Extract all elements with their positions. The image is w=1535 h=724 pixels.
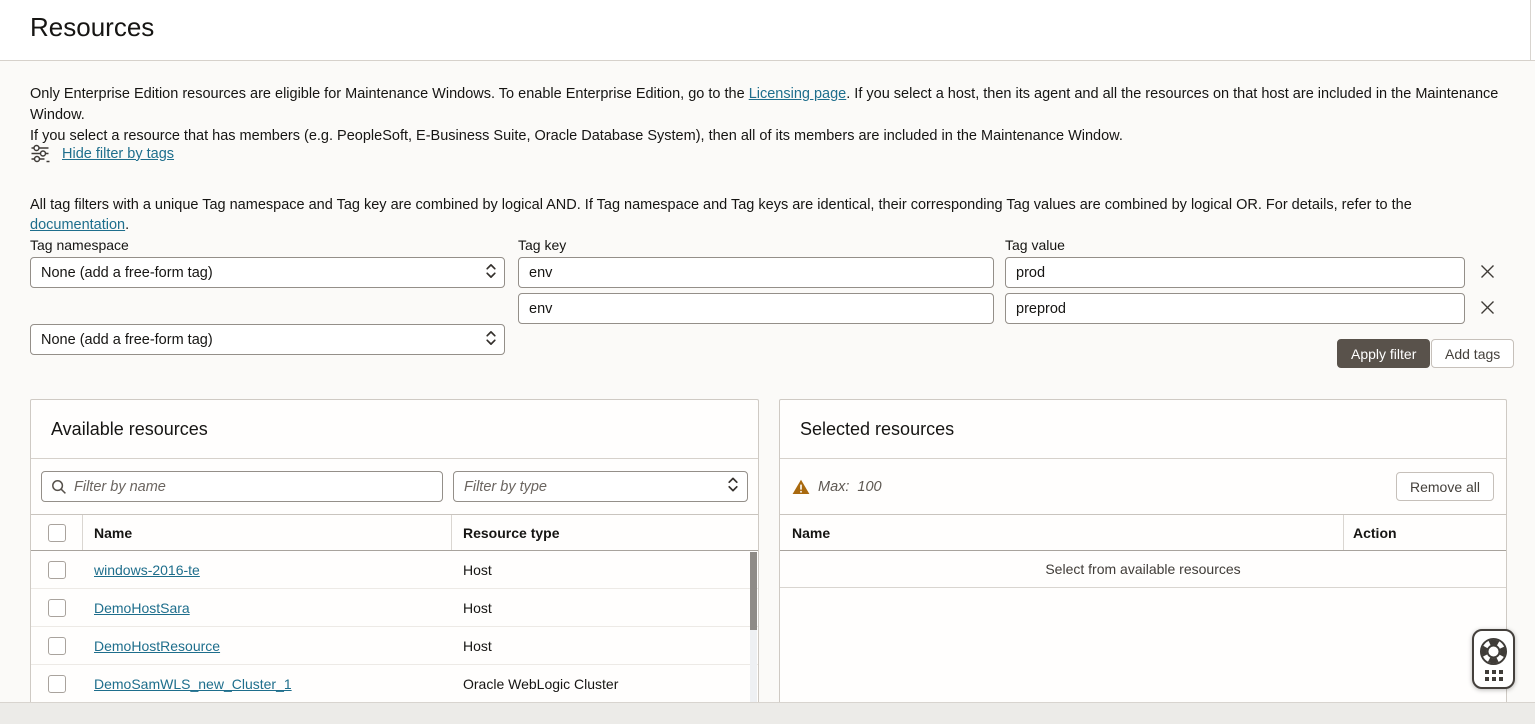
resource-name-link[interactable]: DemoHostResource bbox=[94, 638, 220, 654]
available-table-header: Name Resource type bbox=[31, 514, 758, 551]
type-filter-placeholder: Filter by type bbox=[464, 479, 547, 495]
row-checkbox[interactable] bbox=[48, 637, 66, 655]
tag-key-input-2[interactable] bbox=[518, 293, 994, 324]
table-scrollbar[interactable] bbox=[750, 552, 757, 702]
table-row: DemoHostResource Host bbox=[31, 627, 758, 665]
tag-namespace-select-2[interactable]: None (add a free-form tag) bbox=[30, 324, 505, 355]
close-icon bbox=[1479, 299, 1496, 319]
tag-namespace-label: Tag namespace bbox=[30, 237, 129, 253]
remove-tag-filter-button-1[interactable] bbox=[1476, 262, 1498, 284]
bottom-strip bbox=[0, 702, 1535, 724]
resource-name-link[interactable]: DemoHostSara bbox=[94, 600, 190, 616]
type-filter-select[interactable]: Filter by type bbox=[453, 471, 748, 502]
tag-namespace-select-1[interactable]: None (add a free-form tag) bbox=[30, 257, 505, 288]
remove-tag-filter-button-2[interactable] bbox=[1476, 298, 1498, 320]
table-row: DemoSamWLS_new_Cluster_1 Oracle WebLogic… bbox=[31, 665, 758, 702]
search-icon bbox=[51, 479, 67, 495]
table-row: DemoHostSara Host bbox=[31, 589, 758, 627]
add-tags-button[interactable]: Add tags bbox=[1431, 339, 1514, 368]
intro-text-before: Only Enterprise Edition resources are el… bbox=[30, 86, 749, 102]
max-label: Max: bbox=[818, 479, 849, 495]
available-resources-panel: Available resources Filter by name Filte… bbox=[30, 399, 759, 702]
available-resources-title: Available resources bbox=[31, 400, 758, 459]
tag-value-input-2[interactable] bbox=[1005, 293, 1465, 324]
name-filter-placeholder: Filter by name bbox=[74, 479, 166, 495]
tag-key-input-1[interactable] bbox=[518, 257, 994, 288]
row-checkbox[interactable] bbox=[48, 599, 66, 617]
max-value: 100 bbox=[857, 479, 881, 495]
resource-type-cell: Host bbox=[452, 638, 758, 654]
resource-name-link[interactable]: windows-2016-te bbox=[94, 562, 200, 578]
tag-namespace-value-1: None (add a free-form tag) bbox=[41, 265, 213, 281]
available-table-body: windows-2016-te Host DemoHostSara Host D… bbox=[31, 551, 758, 702]
resource-name-link[interactable]: DemoSamWLS_new_Cluster_1 bbox=[94, 676, 292, 692]
name-filter-box[interactable]: Filter by name bbox=[41, 471, 443, 502]
selected-table-header: Name Action bbox=[780, 514, 1506, 551]
chevron-updown-icon bbox=[485, 329, 497, 350]
resource-type-cell: Oracle WebLogic Cluster bbox=[452, 676, 758, 692]
licensing-page-link[interactable]: Licensing page bbox=[749, 86, 847, 102]
table-row: windows-2016-te Host bbox=[31, 551, 758, 589]
intro-text-line2: If you select a resource that has member… bbox=[30, 128, 1123, 144]
tag-value-input-1[interactable] bbox=[1005, 257, 1465, 288]
apply-filter-button[interactable]: Apply filter bbox=[1337, 339, 1430, 368]
tag-namespace-value-2: None (add a free-form tag) bbox=[41, 332, 213, 348]
scrollbar-gutter bbox=[1530, 0, 1535, 60]
row-checkbox[interactable] bbox=[48, 561, 66, 579]
sliders-icon bbox=[30, 143, 51, 164]
chevron-updown-icon bbox=[727, 476, 739, 498]
life-ring-icon bbox=[1479, 637, 1508, 666]
warning-icon bbox=[792, 479, 810, 495]
chevron-updown-icon bbox=[485, 262, 497, 283]
resources-page: Resources Only Enterprise Edition resour… bbox=[0, 0, 1535, 724]
tag-info-text: All tag filters with a unique Tag namesp… bbox=[30, 195, 1510, 235]
filter-toggle-row: Hide filter by tags bbox=[30, 143, 174, 164]
available-toolbar: Filter by name Filter by type bbox=[31, 459, 758, 514]
name-column-header: Name bbox=[83, 515, 452, 550]
resource-type-cell: Host bbox=[452, 600, 758, 616]
action-column-header: Action bbox=[1344, 525, 1506, 541]
tag-info-before: All tag filters with a unique Tag namesp… bbox=[30, 197, 1412, 213]
tag-key-label: Tag key bbox=[518, 237, 566, 253]
table-scrollbar-thumb[interactable] bbox=[750, 552, 757, 630]
documentation-link[interactable]: documentation bbox=[30, 217, 125, 233]
select-all-checkbox[interactable] bbox=[48, 524, 66, 542]
selected-resources-panel: Selected resources Max: 100 Remove all N… bbox=[779, 399, 1507, 702]
close-icon bbox=[1479, 263, 1496, 283]
help-button[interactable] bbox=[1472, 629, 1515, 689]
selected-empty-state: Select from available resources bbox=[780, 551, 1506, 588]
selected-resources-title: Selected resources bbox=[780, 400, 1506, 459]
name-column-header: Name bbox=[780, 515, 1344, 550]
intro-text: Only Enterprise Edition resources are el… bbox=[30, 84, 1510, 147]
resource-type-cell: Host bbox=[452, 562, 758, 578]
row-checkbox[interactable] bbox=[48, 675, 66, 693]
resource-type-column-header: Resource type bbox=[452, 525, 758, 541]
page-header: Resources bbox=[0, 0, 1535, 61]
selected-toolbar: Max: 100 Remove all bbox=[780, 459, 1506, 514]
remove-all-button[interactable]: Remove all bbox=[1396, 472, 1494, 501]
tag-value-label: Tag value bbox=[1005, 237, 1065, 253]
hide-filter-by-tags-link[interactable]: Hide filter by tags bbox=[62, 146, 174, 162]
tag-info-after: . bbox=[125, 217, 129, 233]
page-title: Resources bbox=[30, 12, 154, 43]
dots-grid-icon bbox=[1485, 670, 1503, 681]
